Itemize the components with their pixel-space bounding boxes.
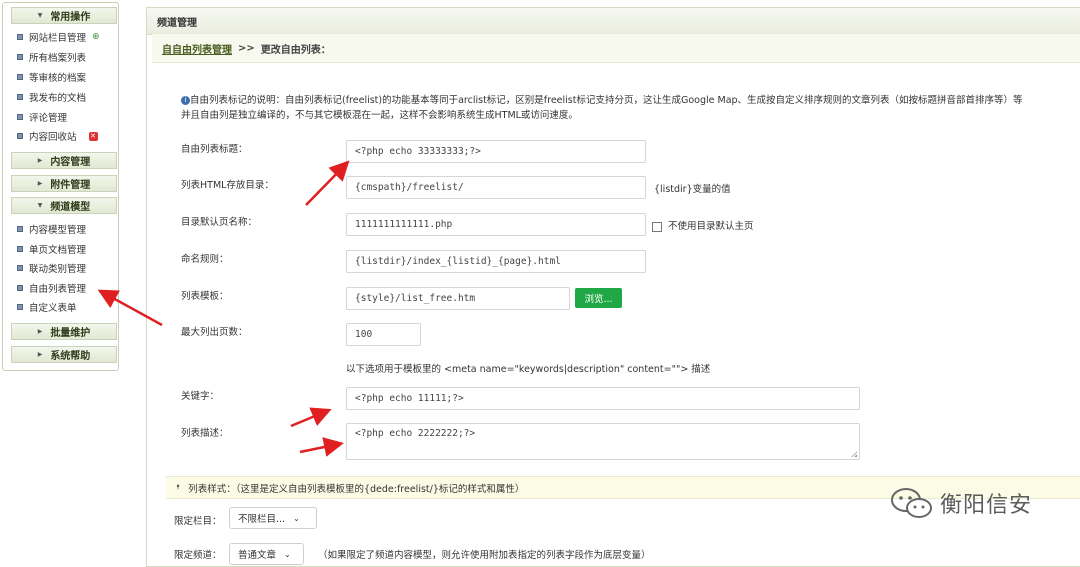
arrow-to-title [305, 160, 350, 206]
arrow-to-description [299, 437, 344, 457]
arrow-to-keywords [290, 407, 332, 428]
annotation-arrows [97, 160, 350, 457]
arrow-to-free-list [97, 289, 163, 327]
